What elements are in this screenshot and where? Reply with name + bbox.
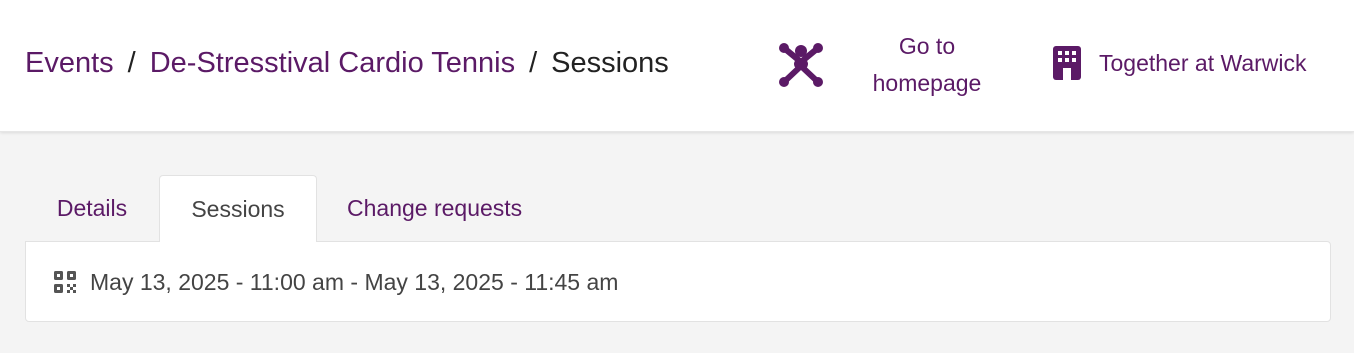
- breadcrumb: Events / De-Stresstival Cardio Tennis / Sess…: [25, 44, 669, 82]
- breadcrumb-separator: /: [529, 47, 538, 79]
- top-bar: Events / De-Stresstival Cardio Tennis / Sess…: [0, 0, 1354, 132]
- home-label-line1: Go to: [898, 33, 956, 59]
- qr-code-icon: [54, 271, 76, 293]
- person-star-icon: [779, 43, 823, 87]
- breadcrumb-events-link[interactable]: Events: [25, 47, 114, 79]
- sessions-panel: May 13, 2025 - 11:00 am - May 13, 2025 -…: [25, 241, 1331, 322]
- tab-sessions[interactable]: Sessions: [159, 175, 317, 242]
- tab-change-requests[interactable]: Change requests: [317, 175, 552, 241]
- home-label-line2: homepage: [872, 70, 982, 96]
- breadcrumb-separator: /: [127, 47, 136, 79]
- tab-bar: Details Sessions Change requests: [25, 175, 552, 242]
- go-to-homepage-label: Go to homepage: [859, 28, 995, 102]
- building-icon: [1053, 46, 1081, 80]
- organisation-label: Together at Warwick: [1099, 49, 1307, 76]
- tab-details[interactable]: Details: [25, 175, 159, 241]
- organisation-link[interactable]: Together at Warwick: [1052, 44, 1307, 82]
- session-item[interactable]: May 13, 2025 - 11:00 am - May 13, 2025 -…: [54, 264, 618, 300]
- session-datetime: May 13, 2025 - 11:00 am - May 13, 2025 -…: [90, 268, 619, 295]
- go-to-homepage-link[interactable]: Go to homepage: [778, 26, 995, 104]
- breadcrumb-event-link[interactable]: De-Stresstival Cardio Tennis: [150, 47, 515, 79]
- breadcrumb-current: Sessions: [551, 47, 669, 79]
